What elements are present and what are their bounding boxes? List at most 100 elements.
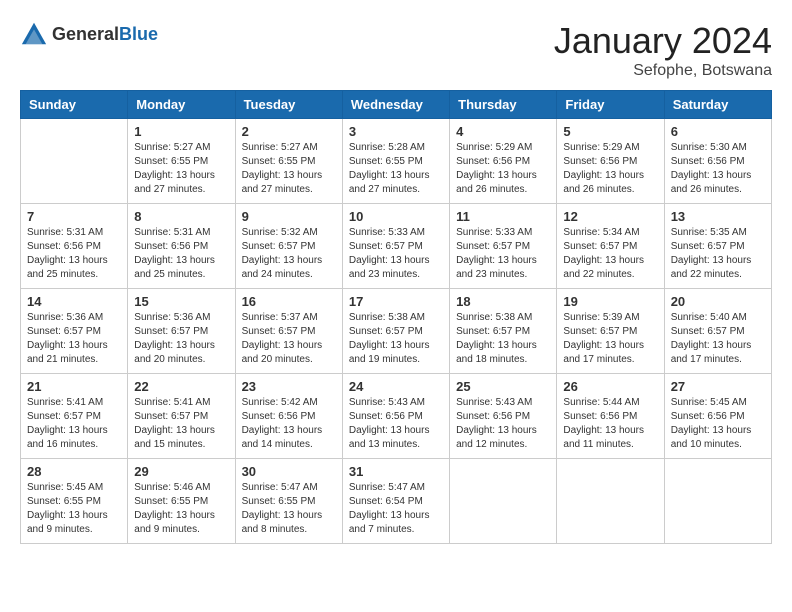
title-block: January 2024 Sefophe, Botswana xyxy=(554,20,772,80)
day-info: Sunrise: 5:29 AM Sunset: 6:56 PM Dayligh… xyxy=(563,141,657,197)
calendar-cell: 12Sunrise: 5:34 AM Sunset: 6:57 PM Dayli… xyxy=(557,204,664,289)
day-info: Sunrise: 5:38 AM Sunset: 6:57 PM Dayligh… xyxy=(349,311,443,367)
day-info: Sunrise: 5:42 AM Sunset: 6:56 PM Dayligh… xyxy=(242,396,336,452)
day-info: Sunrise: 5:28 AM Sunset: 6:55 PM Dayligh… xyxy=(349,141,443,197)
weekday-header-monday: Monday xyxy=(128,91,235,119)
day-info: Sunrise: 5:33 AM Sunset: 6:57 PM Dayligh… xyxy=(456,226,550,282)
day-number: 29 xyxy=(134,464,228,479)
day-number: 24 xyxy=(349,379,443,394)
day-number: 25 xyxy=(456,379,550,394)
day-info: Sunrise: 5:27 AM Sunset: 6:55 PM Dayligh… xyxy=(134,141,228,197)
calendar-cell: 14Sunrise: 5:36 AM Sunset: 6:57 PM Dayli… xyxy=(21,289,128,374)
day-number: 28 xyxy=(27,464,121,479)
calendar-cell: 3 Sunrise: 5:28 AM Sunset: 6:55 PM Daylig… xyxy=(342,119,449,204)
calendar-cell: 15Sunrise: 5:36 AM Sunset: 6:57 PM Dayli… xyxy=(128,289,235,374)
calendar-cell xyxy=(450,459,557,544)
day-info: Sunrise: 5:29 AM Sunset: 6:56 PM Dayligh… xyxy=(456,141,550,197)
calendar-cell: 17 Sunrise: 5:38 AM Sunset: 6:57 PM Dayli… xyxy=(342,289,449,374)
day-info: Sunrise: 5:32 AM Sunset: 6:57 PM Dayligh… xyxy=(242,226,336,282)
day-info: Sunrise: 5:31 AM Sunset: 6:56 PM Dayligh… xyxy=(134,226,228,282)
day-number: 3 xyxy=(349,124,443,139)
day-number: 13 xyxy=(671,209,765,224)
day-info: Sunrise: 5:35 AM Sunset: 6:57 PM Dayligh… xyxy=(671,226,765,282)
day-number: 30 xyxy=(242,464,336,479)
day-number: 6 xyxy=(671,124,765,139)
logo-blue: Blue xyxy=(119,24,158,44)
calendar-cell: 16Sunrise: 5:37 AM Sunset: 6:57 PM Dayli… xyxy=(235,289,342,374)
day-number: 27 xyxy=(671,379,765,394)
week-row-2: 7 Sunrise: 5:31 AM Sunset: 6:56 PM Daylig… xyxy=(21,204,772,289)
calendar-cell: 25 Sunrise: 5:43 AM Sunset: 6:56 PM Dayli… xyxy=(450,374,557,459)
calendar-cell: 19Sunrise: 5:39 AM Sunset: 6:57 PM Dayli… xyxy=(557,289,664,374)
calendar-cell: 5 Sunrise: 5:29 AM Sunset: 6:56 PM Daylig… xyxy=(557,119,664,204)
day-number: 8 xyxy=(134,209,228,224)
calendar-cell: 11 Sunrise: 5:33 AM Sunset: 6:57 PM Dayli… xyxy=(450,204,557,289)
calendar-cell: 8 Sunrise: 5:31 AM Sunset: 6:56 PM Daylig… xyxy=(128,204,235,289)
weekday-header-saturday: Saturday xyxy=(664,91,771,119)
calendar-cell: 4 Sunrise: 5:29 AM Sunset: 6:56 PM Daylig… xyxy=(450,119,557,204)
logo: GeneralBlue xyxy=(20,20,158,48)
calendar-cell: 10 Sunrise: 5:33 AM Sunset: 6:57 PM Dayli… xyxy=(342,204,449,289)
day-info: Sunrise: 5:36 AM Sunset: 6:57 PM Dayligh… xyxy=(27,311,121,367)
calendar-cell: 9 Sunrise: 5:32 AM Sunset: 6:57 PM Daylig… xyxy=(235,204,342,289)
day-number: 21 xyxy=(27,379,121,394)
calendar-cell: 31Sunrise: 5:47 AM Sunset: 6:54 PM Dayli… xyxy=(342,459,449,544)
calendar-cell xyxy=(664,459,771,544)
day-info: Sunrise: 5:31 AM Sunset: 6:56 PM Dayligh… xyxy=(27,226,121,282)
day-info: Sunrise: 5:27 AM Sunset: 6:55 PM Dayligh… xyxy=(242,141,336,197)
week-row-4: 21 Sunrise: 5:41 AM Sunset: 6:57 PM Dayli… xyxy=(21,374,772,459)
day-info: Sunrise: 5:30 AM Sunset: 6:56 PM Dayligh… xyxy=(671,141,765,197)
weekday-header-wednesday: Wednesday xyxy=(342,91,449,119)
day-number: 1 xyxy=(134,124,228,139)
calendar-cell: 30 Sunrise: 5:47 AM Sunset: 6:55 PM Dayli… xyxy=(235,459,342,544)
day-number: 5 xyxy=(563,124,657,139)
calendar-table: SundayMondayTuesdayWednesdayThursdayFrid… xyxy=(20,90,772,544)
day-info: Sunrise: 5:38 AM Sunset: 6:57 PM Dayligh… xyxy=(456,311,550,367)
calendar-cell: 2 Sunrise: 5:27 AM Sunset: 6:55 PM Daylig… xyxy=(235,119,342,204)
day-number: 11 xyxy=(456,209,550,224)
calendar-cell: 21 Sunrise: 5:41 AM Sunset: 6:57 PM Dayli… xyxy=(21,374,128,459)
day-number: 31 xyxy=(349,464,443,479)
calendar-cell: 18 Sunrise: 5:38 AM Sunset: 6:57 PM Dayli… xyxy=(450,289,557,374)
location-title: Sefophe, Botswana xyxy=(554,62,772,80)
day-number: 10 xyxy=(349,209,443,224)
day-info: Sunrise: 5:46 AM Sunset: 6:55 PM Dayligh… xyxy=(134,481,228,537)
day-info: Sunrise: 5:44 AM Sunset: 6:56 PM Dayligh… xyxy=(563,396,657,452)
day-number: 2 xyxy=(242,124,336,139)
day-info: Sunrise: 5:39 AM Sunset: 6:57 PM Dayligh… xyxy=(563,311,657,367)
weekday-header-sunday: Sunday xyxy=(21,91,128,119)
calendar-cell: 6 Sunrise: 5:30 AM Sunset: 6:56 PM Daylig… xyxy=(664,119,771,204)
calendar-cell: 27 Sunrise: 5:45 AM Sunset: 6:56 PM Dayli… xyxy=(664,374,771,459)
day-info: Sunrise: 5:37 AM Sunset: 6:57 PM Dayligh… xyxy=(242,311,336,367)
calendar-cell xyxy=(557,459,664,544)
weekday-header-tuesday: Tuesday xyxy=(235,91,342,119)
calendar-cell: 26Sunrise: 5:44 AM Sunset: 6:56 PM Dayli… xyxy=(557,374,664,459)
calendar-cell: 29 Sunrise: 5:46 AM Sunset: 6:55 PM Dayli… xyxy=(128,459,235,544)
logo-icon xyxy=(20,20,48,48)
weekday-header-thursday: Thursday xyxy=(450,91,557,119)
day-number: 7 xyxy=(27,209,121,224)
day-info: Sunrise: 5:47 AM Sunset: 6:55 PM Dayligh… xyxy=(242,481,336,537)
day-info: Sunrise: 5:43 AM Sunset: 6:56 PM Dayligh… xyxy=(456,396,550,452)
calendar-cell: 24Sunrise: 5:43 AM Sunset: 6:56 PM Dayli… xyxy=(342,374,449,459)
day-number: 18 xyxy=(456,294,550,309)
day-number: 9 xyxy=(242,209,336,224)
day-number: 15 xyxy=(134,294,228,309)
week-row-1: 1 Sunrise: 5:27 AM Sunset: 6:55 PM Daylig… xyxy=(21,119,772,204)
day-number: 4 xyxy=(456,124,550,139)
day-number: 17 xyxy=(349,294,443,309)
weekday-header-row: SundayMondayTuesdayWednesdayThursdayFrid… xyxy=(21,91,772,119)
calendar-cell: 28Sunrise: 5:45 AM Sunset: 6:55 PM Dayli… xyxy=(21,459,128,544)
day-info: Sunrise: 5:41 AM Sunset: 6:57 PM Dayligh… xyxy=(134,396,228,452)
day-number: 23 xyxy=(242,379,336,394)
day-info: Sunrise: 5:33 AM Sunset: 6:57 PM Dayligh… xyxy=(349,226,443,282)
calendar-cell: 20Sunrise: 5:40 AM Sunset: 6:57 PM Dayli… xyxy=(664,289,771,374)
month-title: January 2024 xyxy=(554,20,772,62)
calendar-cell: 7 Sunrise: 5:31 AM Sunset: 6:56 PM Daylig… xyxy=(21,204,128,289)
day-info: Sunrise: 5:41 AM Sunset: 6:57 PM Dayligh… xyxy=(27,396,121,452)
week-row-3: 14Sunrise: 5:36 AM Sunset: 6:57 PM Dayli… xyxy=(21,289,772,374)
day-info: Sunrise: 5:40 AM Sunset: 6:57 PM Dayligh… xyxy=(671,311,765,367)
calendar-cell: 13 Sunrise: 5:35 AM Sunset: 6:57 PM Dayli… xyxy=(664,204,771,289)
day-info: Sunrise: 5:45 AM Sunset: 6:56 PM Dayligh… xyxy=(671,396,765,452)
week-row-5: 28Sunrise: 5:45 AM Sunset: 6:55 PM Dayli… xyxy=(21,459,772,544)
